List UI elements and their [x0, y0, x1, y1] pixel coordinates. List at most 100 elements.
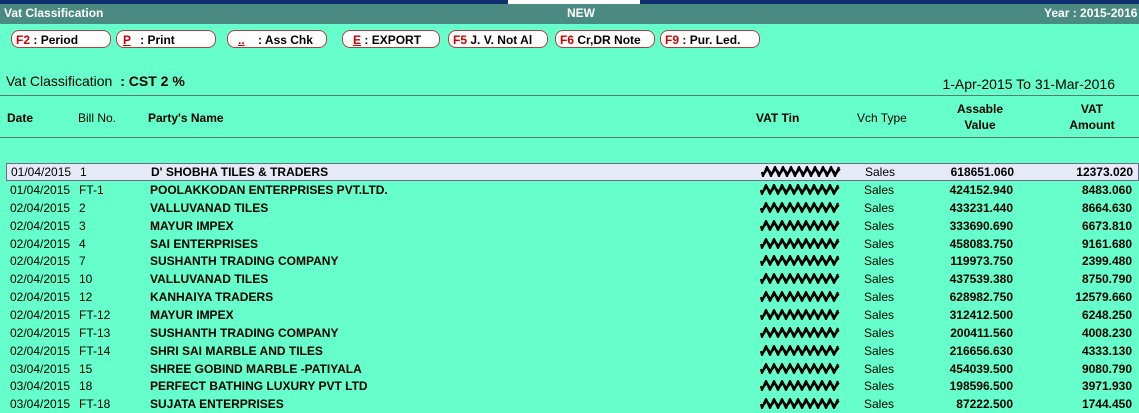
row-date: 02/04/2015: [10, 326, 71, 340]
row-vch-type: Sales: [864, 344, 895, 358]
col-header-assable-line1: Assable: [956, 102, 1004, 116]
pur-led-button[interactable]: F9 : Pur. Led.: [660, 30, 760, 48]
ass-chk-key: ..: [238, 33, 245, 47]
row-vch-type: Sales: [864, 379, 895, 393]
row-party-name: KANHAIYA TRADERS: [150, 290, 274, 304]
table-row[interactable]: 03/04/2015 15 SHREE GOBIND MARBLE -PATIYAL…: [0, 360, 1139, 378]
print-button[interactable]: P : Print: [116, 30, 216, 48]
row-vat-amount: 8750.790: [1081, 272, 1132, 286]
row-bill-no: 7: [79, 254, 86, 268]
table-row-selected[interactable]: 01/04/2015 1 D' SHOBHA TILES & TRADERS Sale…: [6, 163, 1139, 181]
row-assable-value: 200411.560: [950, 326, 1013, 340]
row-vch-type: Sales: [864, 290, 895, 304]
jv-not-al-button[interactable]: F5 J. V. Not Al: [448, 30, 548, 48]
table-row[interactable]: 02/04/2015 FT-14 SHRI SAI MARBLE AND TILES…: [0, 342, 1139, 360]
ass-chk-label: : Ass Chk: [258, 33, 313, 47]
row-vat-amount: 9161.680: [1081, 237, 1132, 251]
row-party-name: SHREE GOBIND MARBLE -PATIYALA: [150, 362, 362, 376]
col-header-party-name: Party's Name: [148, 111, 224, 125]
filter-value: : CST 2 %: [120, 73, 185, 89]
row-vat-tin: [759, 253, 842, 269]
header-top-divider: [0, 95, 1139, 96]
export-key: E: [353, 33, 362, 47]
row-party-name: VALLUVANAD TILES: [150, 272, 269, 286]
table-row[interactable]: 03/04/2015 18 PERFECT BATHING LUXURY PVT L…: [0, 377, 1139, 395]
pur-led-label: : Pur. Led.: [682, 33, 741, 47]
row-vat-amount: 8664.630: [1081, 201, 1132, 215]
row-vat-tin: [759, 218, 842, 234]
row-vat-tin: [759, 396, 842, 412]
export-button[interactable]: E : EXPORT: [342, 30, 440, 48]
row-party-name: SUSHANTH TRADING COMPANY: [150, 326, 339, 340]
row-vat-amount: 2399.480: [1081, 254, 1132, 268]
row-bill-no: 18: [79, 379, 93, 393]
filter-label: Vat Classification: [6, 73, 113, 89]
row-assable-value: 87222.500: [956, 397, 1013, 411]
row-bill-no: 1: [80, 165, 87, 179]
row-assable-value: 312412.500: [949, 308, 1013, 322]
col-header-vch-type: Vch Type: [857, 111, 907, 125]
row-assable-value: 424152.940: [949, 183, 1013, 197]
row-party-name: MAYUR IMPEX: [150, 219, 234, 233]
jv-not-al-label: J. V. Not Al: [470, 33, 533, 47]
redacted-tin-scribble: [759, 289, 840, 305]
row-vch-type: Sales: [864, 183, 895, 197]
vat-classification-filter: Vat Classification : CST 2 %: [6, 73, 185, 89]
table-row[interactable]: 03/04/2015 FT-18 SUJATA ENTERPRISES Sales 87…: [0, 395, 1139, 413]
row-date: 01/04/2015: [11, 165, 72, 179]
table-row[interactable]: 02/04/2015 3 MAYUR IMPEX Sales 333690.690 667…: [0, 217, 1139, 235]
row-date: 02/04/2015: [10, 254, 71, 268]
row-vat-amount: 3971.930: [1081, 379, 1132, 393]
row-bill-no: FT-1: [79, 183, 104, 197]
row-vat-tin: [759, 200, 842, 216]
row-party-name: D' SHOBHA TILES & TRADERS: [151, 165, 329, 179]
row-vat-tin: [760, 164, 843, 180]
row-assable-value: 198596.500: [949, 379, 1013, 393]
window-title: Vat Classification: [4, 6, 104, 20]
row-date: 02/04/2015: [10, 344, 71, 358]
row-party-name: PERFECT BATHING LUXURY PVT LTD: [150, 379, 368, 393]
row-bill-no: FT-18: [79, 397, 111, 411]
row-vat-amount: 12373.020: [1076, 165, 1133, 179]
cr-dr-note-key: F6: [560, 33, 575, 47]
row-vat-amount: 8483.060: [1081, 183, 1132, 197]
row-bill-no: 2: [79, 201, 86, 215]
row-vat-tin: [759, 378, 842, 394]
row-party-name: SHRI SAI MARBLE AND TILES: [150, 344, 323, 358]
row-bill-no: 4: [79, 237, 86, 251]
row-vch-type: Sales: [865, 165, 896, 179]
redacted-tin-scribble: [759, 271, 840, 287]
row-assable-value: 454039.500: [949, 362, 1013, 376]
row-party-name: SAI ENTERPRISES: [150, 237, 259, 251]
row-assable-value: 433231.440: [949, 201, 1013, 215]
row-party-name: POOLAKKODAN ENTERPRISES PVT.LTD.: [150, 183, 388, 197]
period-button[interactable]: F2 : Period: [11, 30, 111, 48]
title-bar-tab-indicator: [508, 0, 640, 4]
cr-dr-note-button[interactable]: F6 Cr,DR Note: [555, 30, 655, 48]
col-header-vat-line2: Amount: [1069, 118, 1115, 132]
table-row[interactable]: 01/04/2015 FT-1 POOLAKKODAN ENTERPRISES PV…: [0, 181, 1139, 199]
ass-chk-button[interactable]: .. : Ass Chk: [227, 30, 327, 48]
redacted-tin-scribble: [759, 253, 840, 269]
redacted-tin-scribble: [759, 218, 840, 234]
redacted-tin-scribble: [759, 182, 840, 198]
table-row[interactable]: 02/04/2015 FT-13 SUSHANTH TRADING COMPANY S…: [0, 324, 1139, 342]
table-row[interactable]: 02/04/2015 12 KANHAIYA TRADERS Sales 628982.…: [0, 288, 1139, 306]
table-row[interactable]: 02/04/2015 10 VALLUVANAD TILES Sales 437539.…: [0, 270, 1139, 288]
redacted-tin-scribble: [759, 361, 840, 377]
row-vat-amount: 12579.660: [1075, 290, 1132, 304]
redacted-tin-scribble: [759, 378, 840, 394]
table-row[interactable]: 02/04/2015 4 SAI ENTERPRISES Sales 458083.75…: [0, 235, 1139, 253]
table-row[interactable]: 02/04/2015 7 SUSHANTH TRADING COMPANY Sales…: [0, 252, 1139, 270]
row-vat-tin: [759, 271, 842, 287]
row-vat-tin: [759, 236, 842, 252]
redacted-tin-scribble: [759, 343, 840, 359]
col-header-date: Date: [7, 111, 34, 125]
table-row[interactable]: 02/04/2015 FT-12 MAYUR IMPEX Sales 312412.50…: [0, 306, 1139, 324]
jv-not-al-key: F5: [453, 33, 468, 47]
table-row[interactable]: 02/04/2015 2 VALLUVANAD TILES Sales 433231.4…: [0, 199, 1139, 217]
row-vch-type: Sales: [864, 362, 895, 376]
row-date: 02/04/2015: [10, 272, 71, 286]
financial-year: Year : 2015-2016: [1044, 6, 1138, 20]
row-vch-type: Sales: [864, 201, 895, 215]
